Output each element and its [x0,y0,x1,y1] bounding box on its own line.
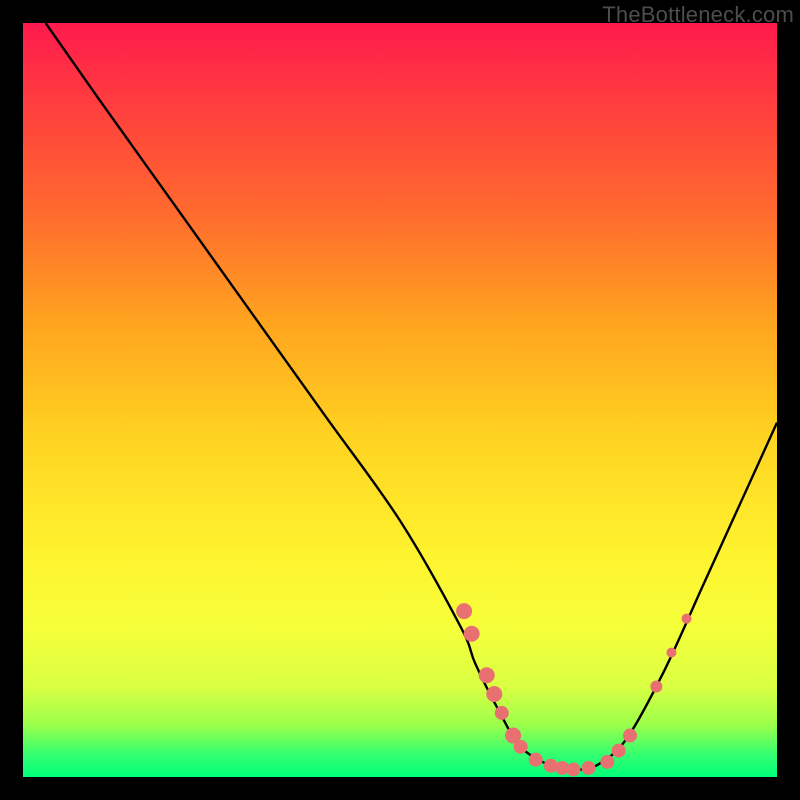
curve-marker [666,648,676,658]
curve-marker [612,744,626,758]
curve-marker [582,761,596,775]
curve-marker [682,614,692,624]
watermark-text: TheBottleneck.com [602,2,794,28]
curve-marker [529,753,543,767]
curve-marker [566,762,580,776]
curve-marker [514,740,528,754]
curve-marker [464,626,480,642]
curve-marker [486,686,502,702]
bottleneck-curve-path [46,23,777,770]
curve-marker [650,681,662,693]
curve-markers [456,603,691,776]
chart-plot-area [23,23,777,777]
curve-marker [623,729,637,743]
curve-marker [600,755,614,769]
bottleneck-curve-svg [23,23,777,777]
curve-marker [495,706,509,720]
curve-marker [479,667,495,683]
curve-marker [456,603,472,619]
